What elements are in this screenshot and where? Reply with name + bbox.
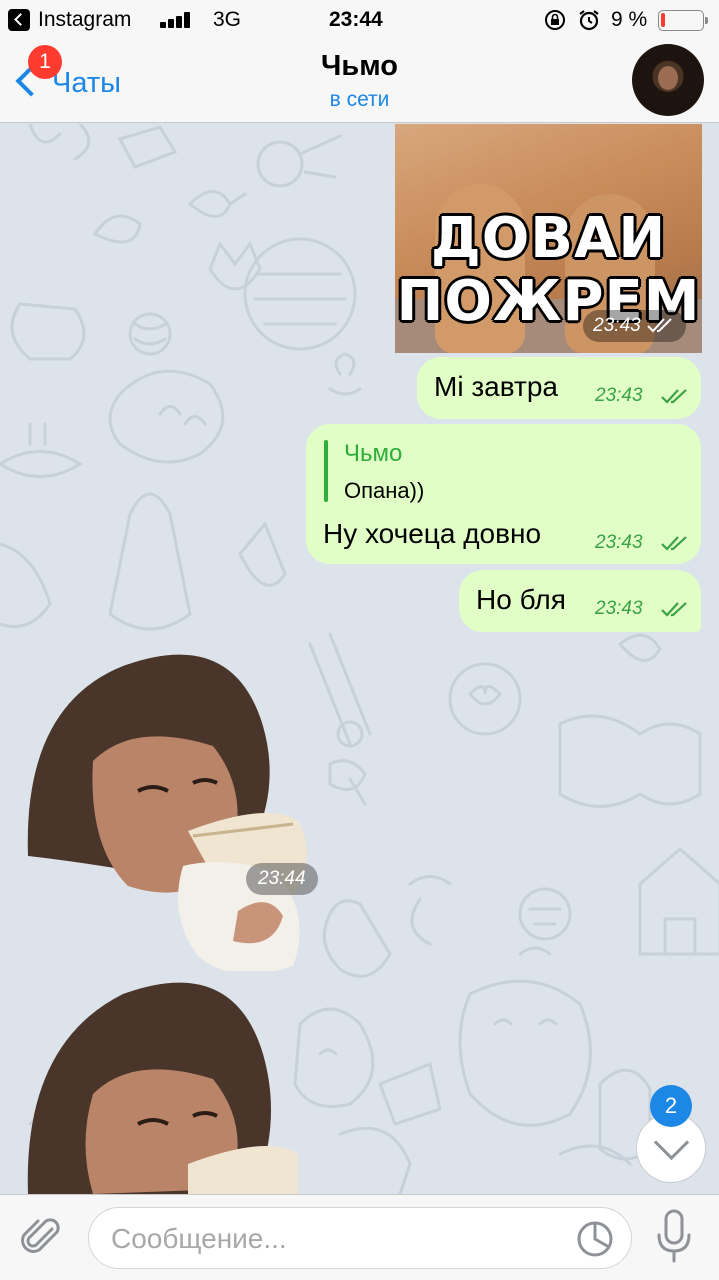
rotation-lock-icon xyxy=(545,10,565,30)
message-time: 23:43 xyxy=(595,598,643,619)
message-time-text: 23:43 xyxy=(593,315,641,336)
chat-title[interactable]: Чьмо xyxy=(0,50,719,83)
back-to-app-icon[interactable] xyxy=(8,9,30,31)
message-input-bar: Сообщение... xyxy=(0,1194,719,1280)
sticker-message[interactable] xyxy=(18,969,338,1194)
chat-header: Чаты 1 Чьмо в сети xyxy=(0,40,719,123)
reply-quote-text[interactable]: Опана)) xyxy=(344,478,424,504)
read-checkmarks-icon xyxy=(661,536,687,551)
clock: 23:44 xyxy=(329,8,383,31)
message-time: 23:43 xyxy=(583,310,686,342)
message-text: Ну хочеца довно xyxy=(323,518,542,549)
sticker-image xyxy=(27,654,307,974)
photo-message[interactable]: ДОВАИ ПОЖРЕМ 23:43 xyxy=(395,124,702,353)
read-checkmarks-icon xyxy=(661,389,687,404)
sticker-icon[interactable] xyxy=(577,1221,613,1257)
paperclip-icon[interactable] xyxy=(18,1213,66,1261)
microphone-icon[interactable] xyxy=(656,1209,692,1265)
reply-author[interactable]: Чьмо xyxy=(344,440,402,468)
contact-avatar[interactable] xyxy=(632,44,704,116)
back-to-app-label[interactable]: Instagram xyxy=(38,8,131,32)
message-time: 23:43 xyxy=(595,532,643,553)
outgoing-message-bubble[interactable]: Мі завтра 23:43 xyxy=(417,357,701,419)
signal-strength-icon xyxy=(160,12,194,28)
outgoing-message-bubble[interactable]: Чьмо Опана)) Ну хочеца довно 23:43 xyxy=(306,424,701,564)
sticker-message[interactable]: 23:44 xyxy=(18,641,338,974)
message-list[interactable]: ДОВАИ ПОЖРЕМ 23:43 Мі завтра 23:43 Чьмо … xyxy=(0,124,719,1194)
battery-percentage: 9 % xyxy=(611,8,648,31)
reply-accent-bar xyxy=(324,440,328,502)
message-input-placeholder: Сообщение... xyxy=(111,1223,287,1254)
online-status: в сети xyxy=(329,88,390,111)
read-checkmarks-icon xyxy=(661,602,687,617)
unread-messages-badge: 2 xyxy=(650,1085,692,1127)
message-text: Но бля xyxy=(476,584,566,615)
message-time: 23:44 xyxy=(246,863,318,895)
read-checkmarks-icon xyxy=(647,318,672,333)
sticker-image xyxy=(27,982,298,1194)
outgoing-message-bubble[interactable]: Но бля 23:43 xyxy=(459,570,701,632)
battery-icon xyxy=(658,10,708,31)
network-type: 3G xyxy=(213,8,242,31)
meme-caption-line: ДОВАИ xyxy=(430,206,667,271)
alarm-icon xyxy=(579,10,599,31)
message-input[interactable]: Сообщение... xyxy=(88,1207,632,1269)
message-text: Мі завтра xyxy=(434,371,558,402)
message-time: 23:43 xyxy=(595,385,643,406)
status-bar: Instagram 3G 23:44 9 % xyxy=(0,0,719,40)
